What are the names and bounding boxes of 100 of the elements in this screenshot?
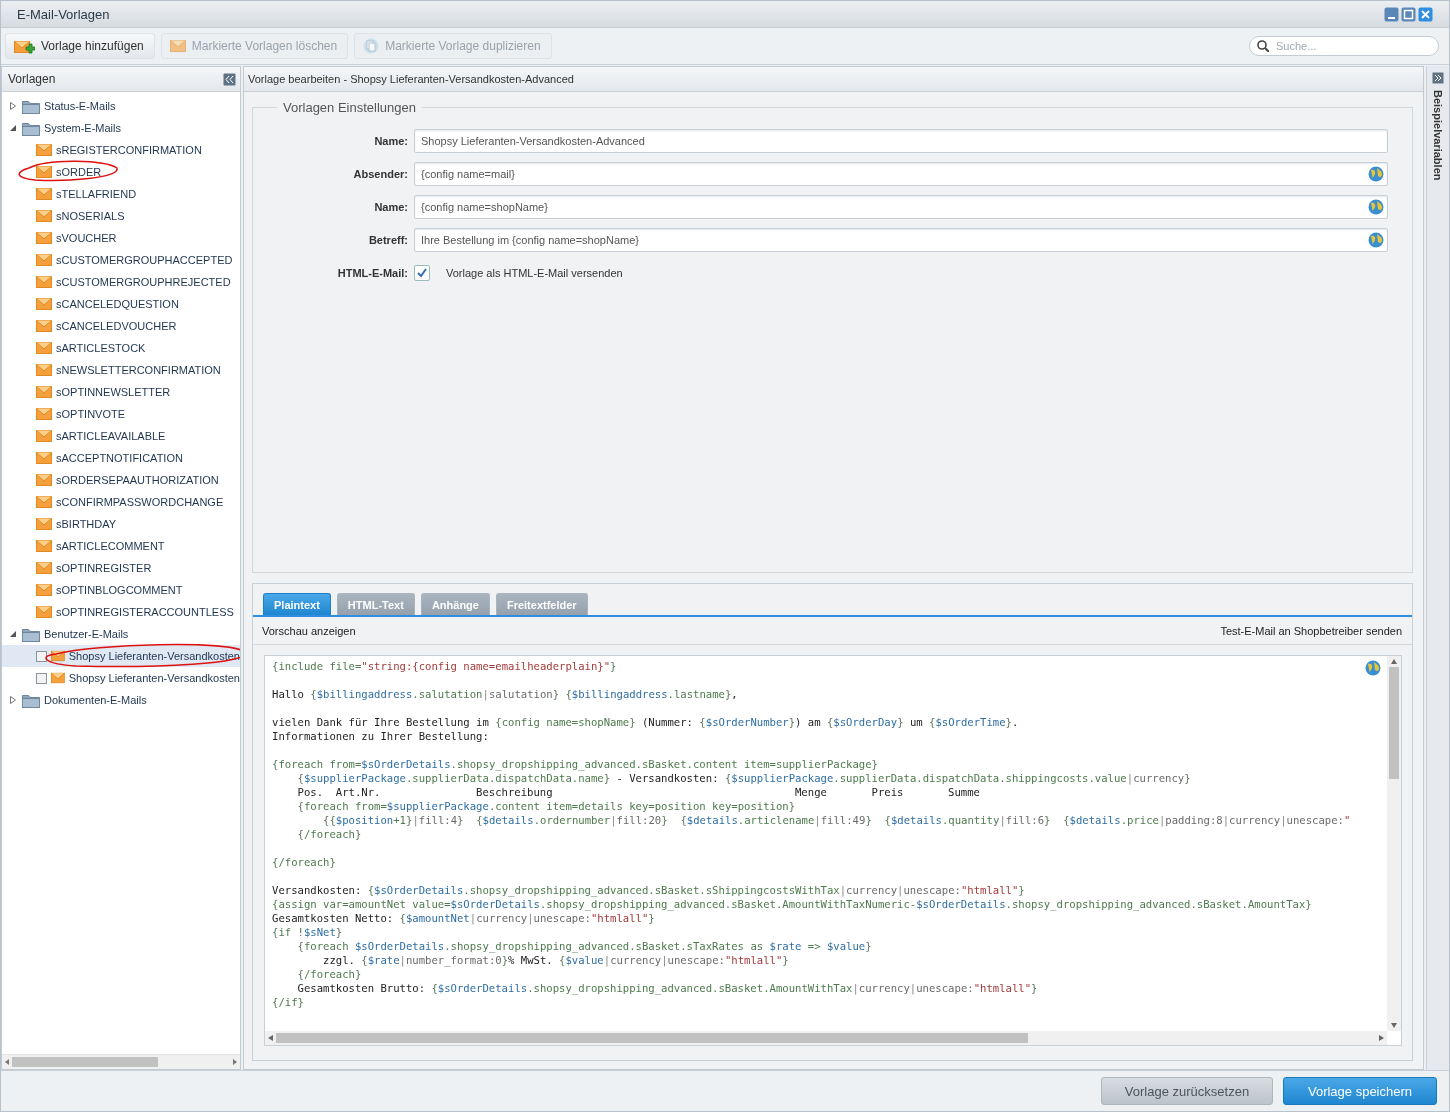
code-line: Gesamtkosten Brutto: {$sOrderDetails.shopsy_dropshipping_advanced.sBasket.AmountWithTax|currency|unescape:"htmlall"} [296,981,1038,995]
checkbox[interactable] [36,672,47,684]
scroll-left-icon[interactable] [267,1034,274,1042]
scrollbar-thumb[interactable] [12,1057,158,1067]
template-item[interactable]: sOPTINVOTE [56,408,126,420]
tree-item-row[interactable]: Shopsy Lieferanten-Versandkosten [2,645,240,667]
template-item[interactable]: sBIRTHDAY [56,518,117,530]
tree-item-row[interactable]: sREGISTERCONFIRMATION [2,139,240,161]
tree-item-row[interactable]: sOPTINREGISTERACCOUNTLESS [2,601,240,623]
field-label: HTML-E-Mail: [336,267,408,279]
folder-item[interactable]: System-E-Mails [44,122,121,134]
template-item[interactable]: sCANCELEDVOUCHER [56,320,177,332]
tree-item-row[interactable]: sCONFIRMPASSWORDCHANGE [2,491,240,513]
input-field[interactable]: Shopsy Lieferanten-Versandkosten-Advanced [414,129,1388,153]
tree-item-row[interactable]: sBIRTHDAY [2,513,240,535]
envelope-icon [36,319,52,333]
tree-item-row[interactable]: sARTICLEAVAILABLE [2,425,240,447]
template-item[interactable]: sNOSERIALS [56,210,125,222]
tree-item-row[interactable]: sNOSERIALS [2,205,240,227]
checkbox[interactable] [36,650,47,662]
template-item[interactable]: sCONFIRMPASSWORDCHANGE [56,496,224,508]
scroll-right-icon[interactable] [1378,1034,1385,1042]
template-item[interactable]: sCANCELEDQUESTION [56,298,179,310]
template-item[interactable]: sOPTINBLOGCOMMENT [56,584,183,596]
folder-item[interactable]: Dokumenten-E-Mails [44,694,147,706]
globe-icon[interactable] [1365,660,1381,676]
code-line: {foreach $sOrderDetails.shopsy_dropshipping_advanced.sBasket.sTaxRates as $rate => $value} [296,939,872,953]
field-label: Name: [373,135,408,147]
envelope-icon [51,649,65,663]
test-mail-link[interactable]: Test-E-Mail an Shopbetreiber senden [1220,624,1402,637]
template-item[interactable]: sARTICLEAVAILABLE [56,430,166,442]
tree-item-row[interactable]: sORDERSEPAAUTHORIZATION [2,469,240,491]
tree-item-row[interactable]: sOPTINNEWSLETTER [2,381,240,403]
template-item[interactable]: sORDERSEPAAUTHORIZATION [56,474,219,486]
template-item[interactable]: sTELLAFRIEND [56,188,137,200]
tree-item-row[interactable]: sACCEPTNOTIFICATION [2,447,240,469]
tree-item-row[interactable]: sOPTINBLOGCOMMENT [2,579,240,601]
template-item[interactable]: sOPTINNEWSLETTER [56,386,171,398]
folder-item[interactable]: Status-E-Mails [44,100,116,112]
scroll-left-icon[interactable] [4,1058,10,1066]
template-item[interactable]: Shopsy Lieferanten-Versandkosten [68,672,240,684]
tree-item-row[interactable]: sCUSTOMERGROUPHACCEPTED [2,249,240,271]
folder-item[interactable]: Benutzer-E-Mails [44,628,129,640]
template-item[interactable]: sCUSTOMERGROUPHREJECTED [56,276,231,288]
folder-icon [22,98,40,114]
scroll-up-icon[interactable] [1390,658,1398,665]
code-line: Hallo {$billingaddress.salutation|salutation} {$billingaddress.lastname}, [272,687,738,701]
tree-item-row[interactable]: sTELLAFRIEND [2,183,240,205]
maximize-icon[interactable] [1401,6,1416,22]
tree-item-row[interactable]: sARTICLESTOCK [2,337,240,359]
minimize-icon[interactable] [1384,6,1399,22]
scroll-right-icon[interactable] [232,1058,238,1066]
expand-icon[interactable] [1432,72,1444,84]
globe-icon[interactable] [1368,199,1384,215]
tree-item-row[interactable]: sCANCELEDQUESTION [2,293,240,315]
checkbox[interactable] [414,265,430,281]
envelope-icon [36,407,52,421]
template-item[interactable]: sACCEPTNOTIFICATION [56,452,183,464]
expanded-icon[interactable] [9,124,17,132]
template-item[interactable]: sNEWSLETTERCONFIRMATION [56,364,221,376]
expanded-icon[interactable] [9,630,17,638]
collapse-icon[interactable] [223,72,236,86]
scrollbar-thumb[interactable] [276,1033,1028,1043]
input-field[interactable]: Ihre Bestellung im {config name=shopName} [414,228,1388,252]
tree-item-row[interactable]: sVOUCHER [2,227,240,249]
preview-link[interactable]: Vorschau anzeigen [262,624,356,637]
globe-icon[interactable] [1368,232,1384,248]
template-item[interactable]: sCUSTOMERGROUPHACCEPTED [56,254,233,266]
toolbar-button[interactable]: Vorlage hinzufügen [5,33,155,59]
template-item[interactable]: sREGISTERCONFIRMATION [56,144,202,156]
folder-icon [22,692,40,708]
tree-item-row[interactable]: sOPTINVOTE [2,403,240,425]
tree-item-row[interactable]: sCUSTOMERGROUPHREJECTED [2,271,240,293]
globe-icon[interactable] [1368,166,1384,182]
panel-title: Vorlage bearbeiten - Shopsy Lieferanten-Versandkosten-Advanced [248,73,574,85]
search-field[interactable]: Suche... [1249,36,1439,56]
side-panel-title[interactable]: Beispielvariablen [1432,90,1444,181]
tree-item-row[interactable]: Shopsy Lieferanten-Versandkosten [2,667,240,689]
tree-item-row[interactable]: sCANCELEDVOUCHER [2,315,240,337]
folder-icon [22,120,40,136]
envelope-icon [36,187,52,201]
scrollbar-thumb[interactable] [1389,667,1399,779]
input-field[interactable]: {config name=shopName} [414,195,1388,219]
section-title: Vorlagen Einstellungen [282,100,417,115]
tree-item-row[interactable]: sNEWSLETTERCONFIRMATION [2,359,240,381]
template-item[interactable]: sOPTINREGISTERACCOUNTLESS [56,606,234,618]
tree-item-row[interactable]: sARTICLECOMMENT [2,535,240,557]
collapsed-icon[interactable] [9,696,17,704]
close-icon[interactable] [1418,6,1433,22]
collapsed-icon[interactable] [9,102,17,110]
code-line: Gesamtkosten Netto: {$amountNet|currency|unescape:"htmlall"} [272,911,655,925]
template-item[interactable]: sARTICLECOMMENT [56,540,165,552]
template-item[interactable]: sOPTINREGISTER [56,562,152,574]
scroll-down-icon[interactable] [1390,1022,1398,1029]
input-field[interactable]: {config name=mail} [414,162,1388,186]
template-item[interactable]: sARTICLESTOCK [56,342,146,354]
tree-item-row[interactable]: sORDER [2,161,240,183]
template-item[interactable]: sVOUCHER [56,232,117,244]
reset-button[interactable]: Vorlage zurücksetzen [1101,1077,1273,1105]
tree-item-row[interactable]: sOPTINREGISTER [2,557,240,579]
